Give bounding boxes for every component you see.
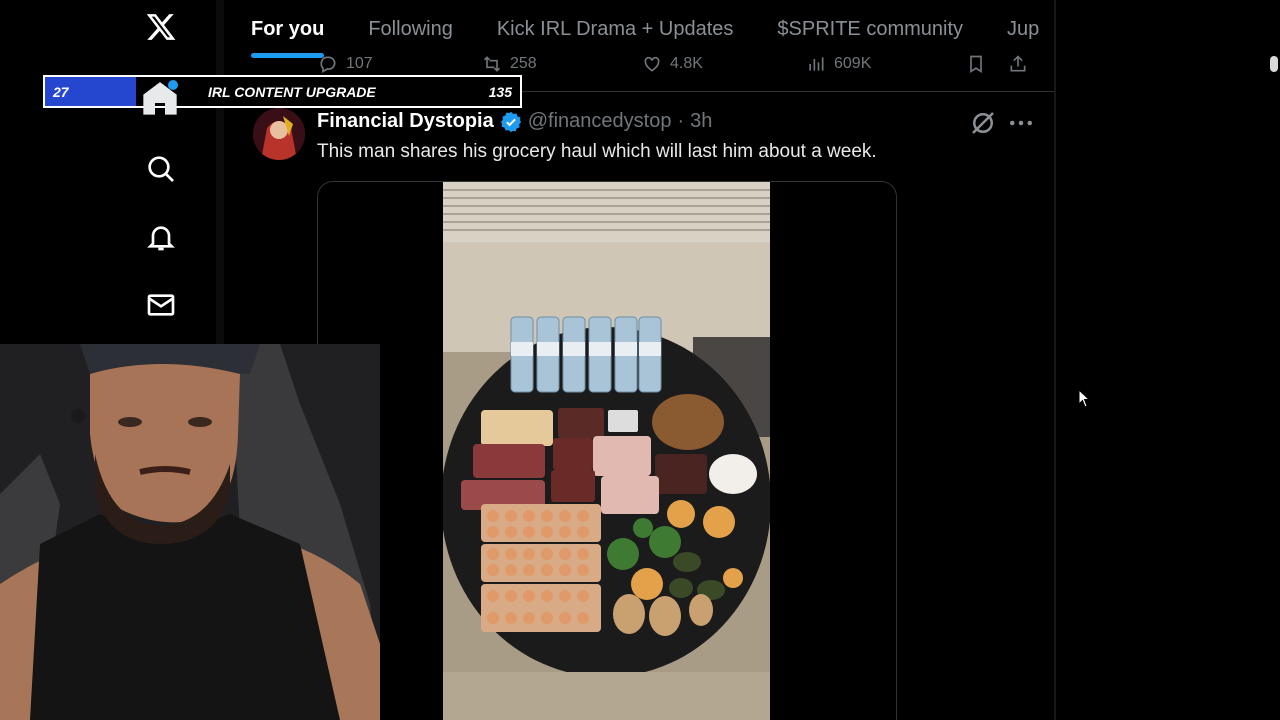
tab-kick-irl-drama[interactable]: Kick IRL Drama + Updates	[475, 0, 756, 58]
author-avatar[interactable]	[253, 108, 305, 160]
goal-target: 135	[488, 83, 512, 100]
goal-current: 27	[45, 77, 136, 106]
tweet-media-image[interactable]	[443, 182, 770, 720]
tab-following[interactable]: Following	[346, 0, 474, 58]
mail-icon[interactable]	[141, 285, 181, 325]
tab-jup[interactable]: Jup	[985, 0, 1055, 58]
notification-dot	[168, 80, 178, 90]
feed-border	[1054, 0, 1056, 720]
views-button[interactable]: 609K	[806, 54, 871, 74]
like-count: 4.8K	[670, 55, 703, 72]
author-name[interactable]: Financial Dystopia	[317, 110, 494, 133]
tweet-time[interactable]: 3h	[690, 110, 712, 133]
repost-icon	[483, 56, 501, 72]
scrollbar-thumb[interactable]	[1270, 56, 1278, 72]
tweet-header: Financial Dystopia @financedystop · 3h	[317, 110, 712, 133]
x-logo-icon[interactable]	[141, 7, 181, 47]
views-icon	[809, 57, 824, 71]
verified-badge-icon	[500, 111, 521, 132]
search-icon[interactable]	[141, 149, 181, 189]
stream-goal-banner: 27 IRL CONTENT UPGRADE 135	[43, 75, 522, 108]
webcam-feed	[0, 344, 380, 720]
more-options-icon[interactable]	[1006, 108, 1036, 138]
prev-tweet-actions: 107 258 4.8K 609K	[300, 54, 1040, 76]
reply-icon	[320, 56, 336, 73]
reply-count: 107	[346, 55, 373, 72]
like-button[interactable]: 4.8K	[642, 54, 703, 74]
view-count: 609K	[834, 55, 872, 72]
goal-title: IRL CONTENT UPGRADE	[208, 83, 376, 100]
tweet-text: This man shares his grocery haul which w…	[317, 141, 877, 162]
repost-button[interactable]: 258	[482, 54, 537, 74]
reply-button[interactable]: 107	[318, 54, 373, 74]
bell-icon[interactable]	[141, 217, 181, 257]
separator-dot: ·	[677, 110, 685, 132]
mouse-cursor	[1078, 388, 1092, 409]
repost-count: 258	[510, 55, 537, 72]
tab-for-you[interactable]: For you	[229, 0, 346, 58]
grok-icon[interactable]	[968, 108, 998, 138]
bookmark-button[interactable]	[966, 54, 986, 74]
heart-icon	[644, 56, 660, 72]
share-icon	[1010, 55, 1026, 72]
timeline-tabs: For you Following Kick IRL Drama + Updat…	[229, 0, 1055, 58]
bookmark-icon	[970, 55, 982, 74]
share-button[interactable]	[1008, 54, 1028, 74]
author-handle[interactable]: @financedystop	[528, 110, 672, 133]
tab-sprite-community[interactable]: $SPRITE community	[755, 0, 985, 58]
